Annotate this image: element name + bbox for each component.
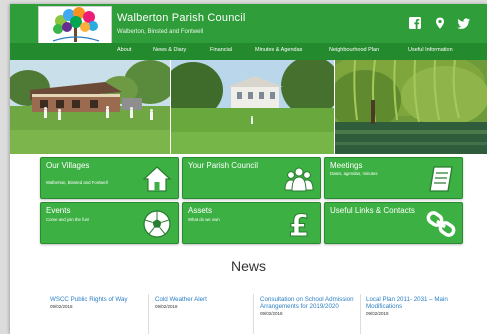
tile-subtitle: Dates, agendas, minutes <box>330 171 378 176</box>
book-icon <box>429 166 453 192</box>
news-date: 09/02/2018 <box>50 304 73 310</box>
tile-subtitle: Walberton, Binsted and Fontwell <box>46 180 108 185</box>
news-item-cold-weather[interactable]: Cold Weather Alert 09/02/2018 <box>155 296 247 309</box>
tile-title: Our Villages <box>46 161 90 170</box>
tile-title: Meetings <box>330 161 363 170</box>
tile-subtitle: What do we own <box>188 217 220 222</box>
twitter-icon[interactable] <box>457 16 471 30</box>
site-header: Walberton • Binsted • Fontwell WALBERTON… <box>10 4 487 60</box>
news-divider <box>253 294 254 334</box>
facebook-icon[interactable] <box>408 16 422 30</box>
news-divider <box>360 294 361 334</box>
news-title[interactable]: Cold Weather Alert <box>155 296 247 303</box>
svg-text:£: £ <box>289 209 310 239</box>
news-date: 09/02/2018 <box>260 311 283 317</box>
nav-news-diary[interactable]: News & Diary <box>153 47 186 53</box>
news-divider <box>148 294 149 334</box>
pound-icon: £ <box>288 209 310 239</box>
tile-useful-links-contacts[interactable]: Useful Links & Contacts <box>324 202 463 244</box>
site-title[interactable]: Walberton Parish Council <box>117 12 246 24</box>
tile-your-parish-council[interactable]: Your Parish Council <box>182 157 321 199</box>
tile-our-villages[interactable]: Our Villages Walberton, Binsted and Font… <box>40 157 179 199</box>
people-icon <box>284 167 314 192</box>
news-item-local-plan[interactable]: Local Plan 2011- 2031 – Main Modificatio… <box>366 296 458 316</box>
link-icon <box>426 211 456 237</box>
banner-photo-cricket-pavilion <box>10 60 170 154</box>
tile-subtitle: Come and join the fun! <box>46 217 90 222</box>
site-subtitle: Walberton, Binsted and Fontwell <box>117 29 204 35</box>
news-title[interactable]: WSCC Public Rights of Way <box>50 296 142 303</box>
nav-useful-information[interactable]: Useful Information <box>408 47 453 53</box>
banner-photo-willow-pond <box>335 60 487 154</box>
news-title[interactable]: Consultation on School Admission Arrange… <box>260 296 358 310</box>
nav-neighbourhood-plan[interactable]: Neighbourhood Plan <box>329 47 379 53</box>
news-date: 09/02/2018 <box>155 304 178 310</box>
nav-financial[interactable]: Financial <box>210 47 232 53</box>
news-item-rights-of-way[interactable]: WSCC Public Rights of Way 09/02/2018 <box>50 296 142 309</box>
tile-assets[interactable]: Assets What do we own £ <box>182 202 321 244</box>
news-heading: News <box>230 258 266 274</box>
news-title[interactable]: Local Plan 2011- 2031 – Main Modificatio… <box>366 296 458 310</box>
news-date: 09/02/2018 <box>366 311 389 317</box>
location-pin-icon[interactable] <box>433 16 447 30</box>
tile-events[interactable]: Events Come and join the fun! <box>40 202 179 244</box>
tile-meetings[interactable]: Meetings Dates, agendas, minutes <box>324 157 463 199</box>
tree-logo-icon <box>52 7 100 42</box>
news-item-school-admission[interactable]: Consultation on School Admission Arrange… <box>260 296 358 316</box>
banner-photo-manor-house <box>171 60 334 154</box>
tile-title: Your Parish Council <box>188 161 258 170</box>
football-icon <box>143 210 171 238</box>
nav-about[interactable]: About <box>117 47 131 53</box>
hero-banner <box>10 60 487 154</box>
tile-title: Assets <box>188 206 213 215</box>
tile-title: Events <box>46 206 71 215</box>
page: Walberton • Binsted • Fontwell WALBERTON… <box>10 4 487 334</box>
tile-title: Useful Links & Contacts <box>330 206 415 215</box>
main-nav: About News & Diary Financial Minutes & A… <box>10 43 487 60</box>
nav-minutes-agendas[interactable]: Minutes & Agendas <box>255 47 302 53</box>
house-icon <box>142 166 172 192</box>
